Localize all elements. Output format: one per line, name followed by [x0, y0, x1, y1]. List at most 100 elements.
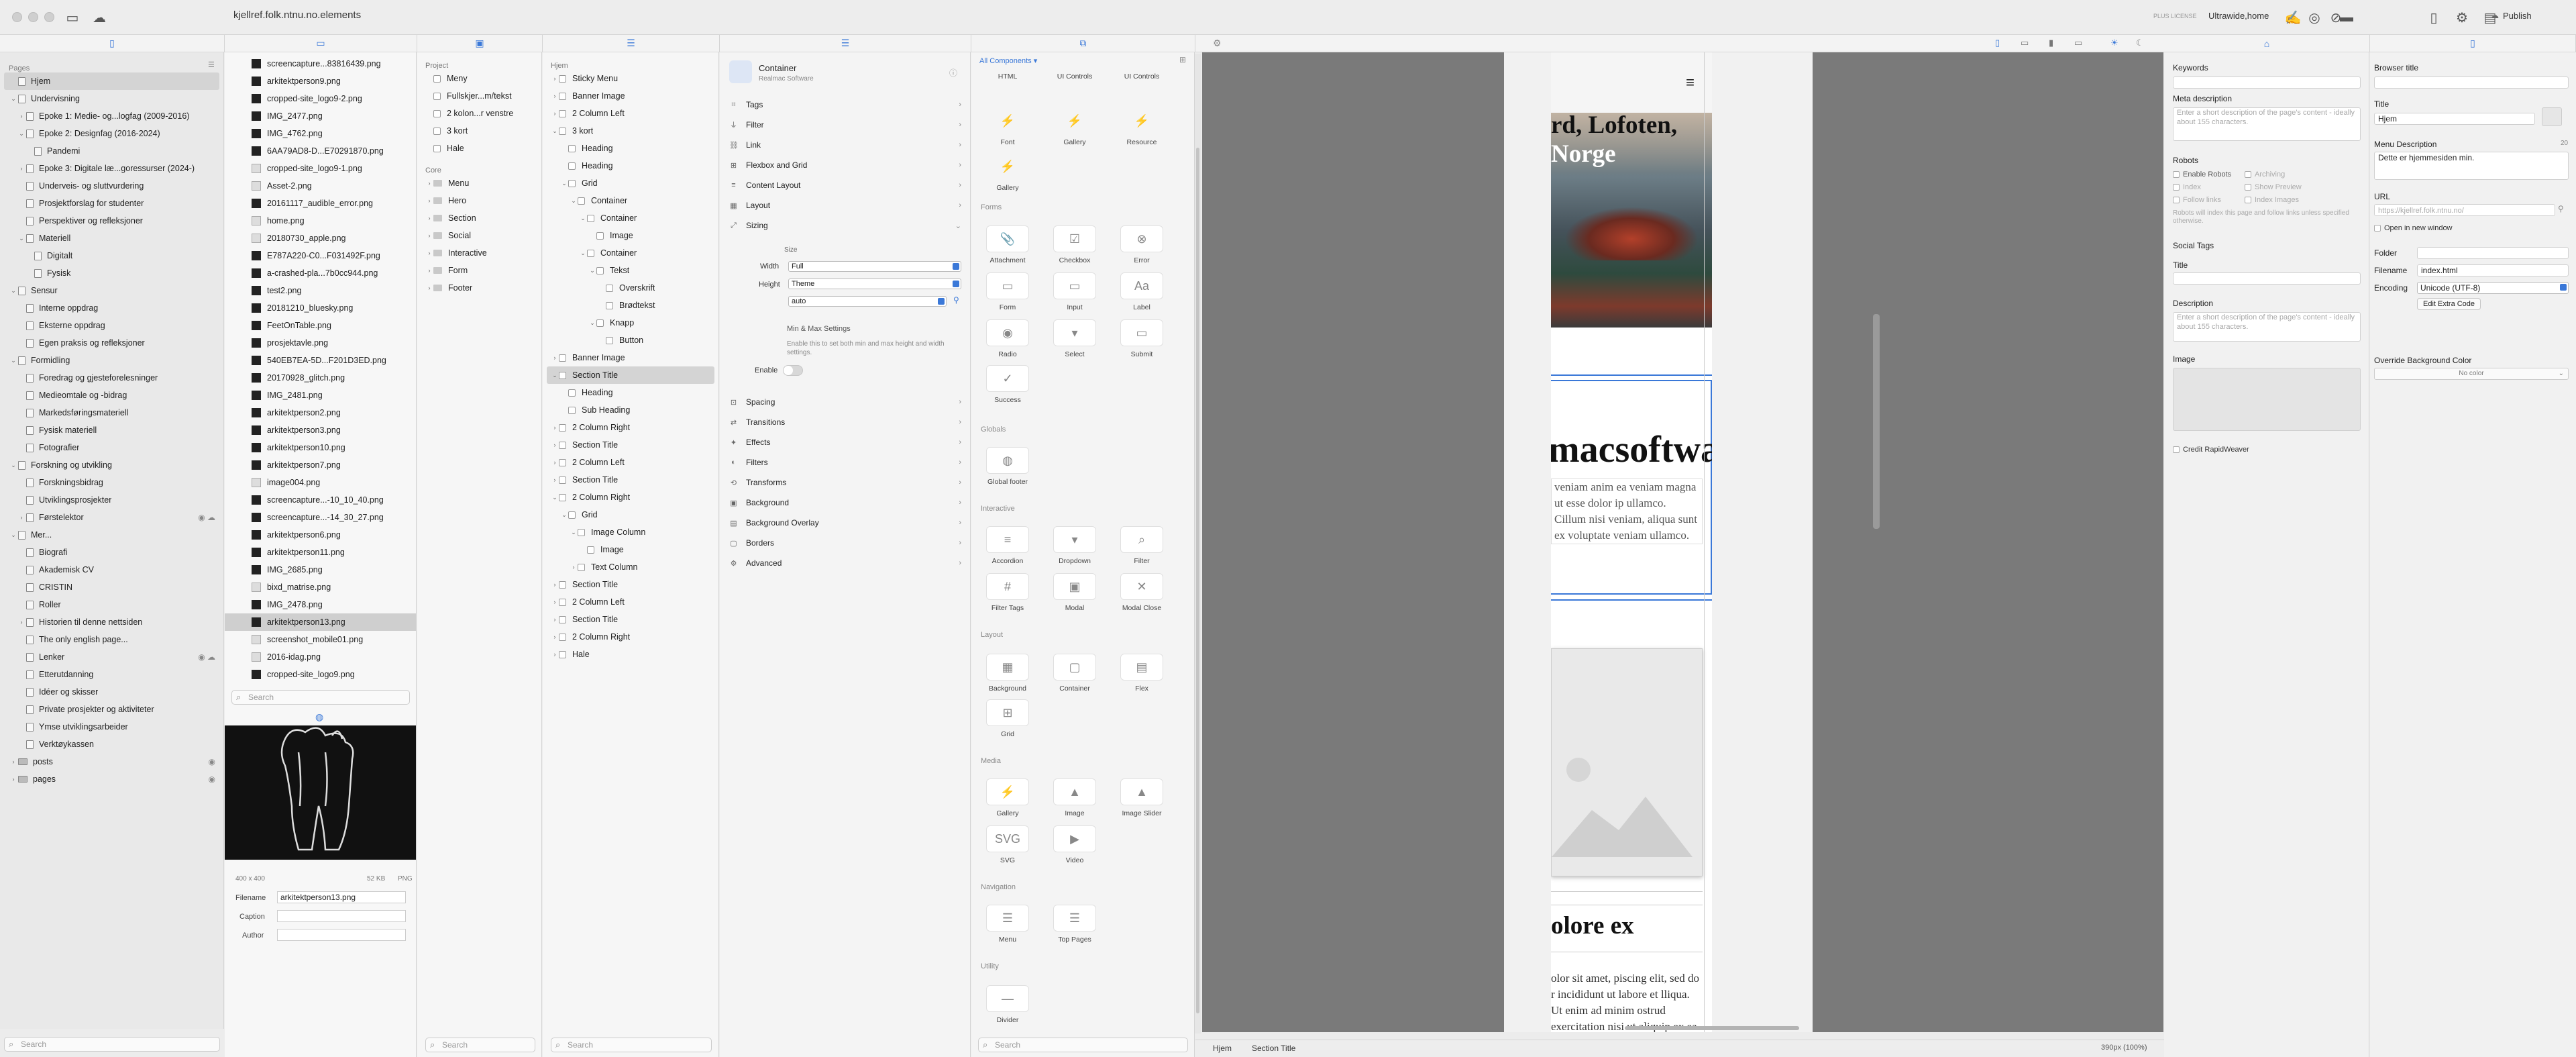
- outline-node[interactable]: › Text Column: [543, 558, 718, 576]
- component-tile[interactable]: — Divider: [981, 985, 1034, 1032]
- social-description-input[interactable]: Enter a short description of the page's …: [2173, 312, 2361, 342]
- file-item[interactable]: arkitektperson11.png: [225, 544, 416, 561]
- component-item[interactable]: › Social: [417, 227, 541, 244]
- chevron-down-icon[interactable]: ⌄: [9, 462, 18, 469]
- component-tile[interactable]: ☑ Checkbox: [1048, 225, 1102, 272]
- file-item[interactable]: arkitektperson6.png: [225, 526, 416, 544]
- component-tile[interactable]: ▶ Video: [1048, 825, 1102, 872]
- component-tile[interactable]: ⚡ Gallery: [981, 153, 1034, 200]
- page-item[interactable]: Medieomtale og -bidrag: [0, 387, 223, 404]
- breadcrumb-page[interactable]: Hjem: [1213, 1044, 1232, 1053]
- page-item[interactable]: › Førstelektor ◉ ☁: [0, 509, 223, 526]
- sun-icon[interactable]: ☀: [2110, 38, 2118, 48]
- file-item[interactable]: 2016-idag.png: [225, 648, 416, 666]
- credit-checkbox[interactable]: Credit RapidWeaver: [2173, 446, 2249, 454]
- inspector-section[interactable]: ▦ Layout ›: [720, 195, 970, 215]
- link-icon[interactable]: ⚲: [953, 295, 959, 305]
- page-item[interactable]: Ymse utviklingsarbeider: [0, 718, 223, 736]
- robots-option-checkbox[interactable]: Follow links: [2173, 196, 2221, 204]
- chevron-down-icon[interactable]: ⌄: [551, 128, 559, 135]
- outline-node[interactable]: Sub Heading: [543, 401, 718, 419]
- component-item[interactable]: › Hero: [417, 192, 541, 209]
- component-tile[interactable]: ⊗ Error: [1115, 225, 1169, 272]
- chevron-down-icon[interactable]: ⌄: [560, 180, 568, 187]
- height-value-input[interactable]: auto: [788, 296, 947, 307]
- outline-node[interactable]: ⌄ Image Column: [543, 523, 718, 541]
- robots-option-checkbox[interactable]: Archiving: [2245, 170, 2285, 179]
- chevron-right-icon[interactable]: ›: [551, 599, 559, 605]
- chevron-right-icon[interactable]: ›: [17, 619, 26, 625]
- caption-input[interactable]: [277, 910, 406, 922]
- chevron-right-icon[interactable]: ›: [551, 651, 559, 658]
- pages-tab-header[interactable]: ▯: [0, 35, 225, 52]
- file-item[interactable]: 6AA79AD8-D...E70291870.png: [225, 142, 416, 160]
- page-item[interactable]: Fotografier: [0, 439, 223, 456]
- chevron-right-icon[interactable]: ›: [551, 459, 559, 466]
- component-tile[interactable]: ▾ Select: [1048, 319, 1102, 366]
- file-item[interactable]: IMG_4762.png: [225, 125, 416, 142]
- chevron-down-icon[interactable]: ⌄: [588, 319, 596, 327]
- filename-input[interactable]: index.html: [2417, 264, 2569, 276]
- page-item[interactable]: Verktøykassen: [0, 736, 223, 753]
- inspector-section[interactable]: ⛓ Link ›: [720, 135, 970, 155]
- link-icon[interactable]: ⚲: [2558, 204, 2564, 213]
- info-icon[interactable]: ◍: [315, 711, 323, 723]
- page-item[interactable]: ⌄ Materiell: [0, 230, 223, 247]
- file-item[interactable]: Asset-2.png: [225, 177, 416, 195]
- file-item[interactable]: image004.png: [225, 474, 416, 491]
- outline-node[interactable]: Heading: [543, 140, 718, 157]
- file-item[interactable]: arkitektperson10.png: [225, 439, 416, 456]
- page-item[interactable]: Roller: [0, 596, 223, 613]
- outline-node[interactable]: › Banner Image: [543, 87, 718, 105]
- visibility-icon[interactable]: ◉: [209, 757, 215, 766]
- seo-tab-header[interactable]: ⌂: [2164, 35, 2370, 52]
- inspector-section[interactable]: ⤢ Sizing ⌄: [720, 215, 970, 236]
- components-search-input[interactable]: ⌕ Search: [978, 1038, 1188, 1052]
- component-item[interactable]: 2 kolon...r venstre: [417, 105, 541, 122]
- visibility-icon[interactable]: ◉: [209, 774, 215, 784]
- author-input[interactable]: [277, 929, 406, 941]
- chevron-down-icon[interactable]: ⌄: [551, 372, 559, 379]
- chevron-down-icon[interactable]: ⌄: [570, 529, 578, 536]
- outline-tab-header[interactable]: ☰: [543, 35, 720, 52]
- chevron-right-icon[interactable]: ›: [425, 215, 433, 221]
- component-item[interactable]: Fullskjer...m/tekst: [417, 87, 541, 105]
- background-color-select[interactable]: No color ⌄: [2374, 368, 2569, 380]
- component-tile[interactable]: ✓ Success: [981, 365, 1034, 412]
- file-item[interactable]: 540EB7EA-5D...F201D3ED.png: [225, 352, 416, 369]
- chevron-right-icon[interactable]: ›: [17, 113, 26, 119]
- component-item[interactable]: › Menu: [417, 174, 541, 192]
- file-item[interactable]: arkitektperson9.png: [225, 72, 416, 90]
- chevron-right-icon[interactable]: ›: [551, 634, 559, 640]
- page-item[interactable]: CRISTIN: [0, 578, 223, 596]
- component-tile[interactable]: ☰ Menu: [981, 905, 1034, 952]
- components-scrollbar[interactable]: [1195, 54, 1201, 1034]
- component-tile[interactable]: UI Controls: [1115, 59, 1169, 106]
- visibility-icon[interactable]: ◉ ☁: [198, 652, 215, 662]
- page-item[interactable]: Akademisk CV: [0, 561, 223, 578]
- chevron-down-icon[interactable]: ⌄: [551, 494, 559, 501]
- component-tile[interactable]: ◍ Global footer: [981, 447, 1034, 494]
- page-item[interactable]: Interne oppdrag: [0, 299, 223, 317]
- chevron-right-icon[interactable]: ›: [425, 180, 433, 187]
- moon-icon[interactable]: ☾: [2136, 38, 2144, 48]
- inspector-tab-header[interactable]: ☰: [720, 35, 971, 52]
- page-item[interactable]: Hjem: [4, 72, 219, 90]
- pages-options-icon[interactable]: ☰: [208, 60, 215, 69]
- component-tile[interactable]: ▲ Image: [1048, 778, 1102, 825]
- zoom-window-button[interactable]: [44, 12, 54, 22]
- folder-input[interactable]: [2417, 247, 2569, 259]
- component-tile[interactable]: 📎 Attachment: [981, 225, 1034, 272]
- edit-extra-code-button[interactable]: Edit Extra Code: [2417, 298, 2481, 310]
- component-tile[interactable]: ▭ Form: [981, 272, 1034, 319]
- device-selector[interactable]: Ultrawide,home: [2208, 11, 2269, 21]
- chevron-right-icon[interactable]: ›: [9, 758, 18, 765]
- chevron-right-icon[interactable]: ›: [425, 232, 433, 239]
- file-item[interactable]: arkitektperson7.png: [225, 456, 416, 474]
- chevron-down-icon[interactable]: ⌄: [579, 215, 587, 222]
- gear-icon[interactable]: ⚙: [1213, 38, 1222, 49]
- outline-node[interactable]: › Section Title: [543, 436, 718, 454]
- page-item[interactable]: Egen praksis og refleksjoner: [0, 334, 223, 352]
- title-input[interactable]: Hjem: [2374, 113, 2535, 125]
- file-item[interactable]: a-crashed-pla...7b0cc944.png: [225, 264, 416, 282]
